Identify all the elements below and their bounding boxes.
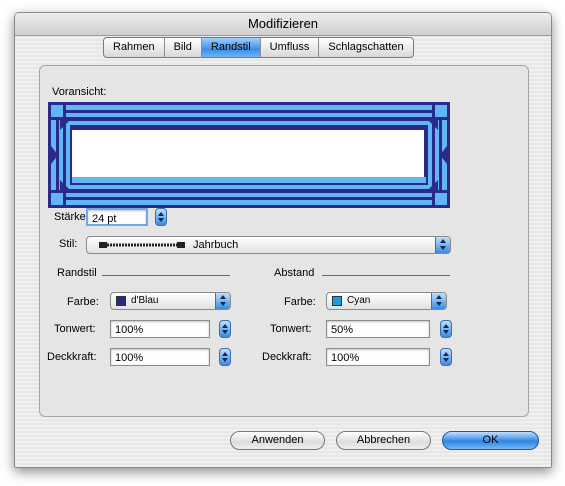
tab-rahmen[interactable]: Rahmen bbox=[104, 38, 165, 57]
tab-bar: Rahmen Bild Randstil Umfluss Schlagschat… bbox=[103, 37, 414, 58]
ok-button[interactable]: OK bbox=[442, 431, 539, 450]
abstand-tonwert-input[interactable]: 50% bbox=[326, 320, 430, 338]
randstil-heading: Randstil bbox=[57, 267, 97, 279]
abstand-deckkraft-input[interactable]: 100% bbox=[326, 348, 430, 366]
randstil-divider bbox=[102, 275, 230, 276]
randstil-farbe-value: d'Blau bbox=[131, 295, 159, 306]
randstil-deckkraft-label: Deckkraft: bbox=[47, 351, 97, 363]
stil-popup-arrow-icon bbox=[435, 237, 450, 253]
abstand-tonwert-label: Tonwert: bbox=[270, 323, 312, 335]
abstand-heading: Abstand bbox=[274, 267, 315, 279]
staerke-label: Stärke: bbox=[54, 211, 89, 223]
staerke-input[interactable]: 24 pt bbox=[86, 208, 148, 226]
randstil-color-swatch bbox=[116, 296, 126, 306]
randstil-farbe-label: Farbe: bbox=[67, 296, 99, 308]
border-preview bbox=[48, 102, 450, 208]
abstand-farbe-value: Cyan bbox=[347, 295, 371, 306]
abstand-deckkraft-label: Deckkraft: bbox=[262, 351, 312, 363]
randstil-deckkraft-input[interactable]: 100% bbox=[110, 348, 210, 366]
tab-randstil[interactable]: Randstil bbox=[201, 38, 261, 57]
tab-umfluss[interactable]: Umfluss bbox=[261, 38, 320, 57]
tab-bild[interactable]: Bild bbox=[165, 38, 202, 57]
stil-value: Jahrbuch bbox=[193, 239, 239, 251]
abstand-farbe-popup[interactable]: Cyan bbox=[326, 292, 447, 310]
abstand-color-swatch bbox=[332, 296, 342, 306]
randstil-tonwert-label: Tonwert: bbox=[54, 323, 96, 335]
staerke-stepper[interactable] bbox=[155, 208, 167, 226]
cancel-button[interactable]: Abbrechen bbox=[336, 431, 431, 450]
abstand-divider bbox=[322, 275, 450, 276]
abstand-farbe-arrow-icon bbox=[431, 293, 446, 309]
abstand-deckkraft-stepper[interactable] bbox=[440, 348, 452, 366]
randstil-tonwert-input[interactable]: 100% bbox=[110, 320, 210, 338]
randstil-farbe-arrow-icon bbox=[215, 293, 230, 309]
randstil-tonwert-stepper[interactable] bbox=[219, 320, 231, 338]
randstil-farbe-popup[interactable]: d'Blau bbox=[110, 292, 231, 310]
abstand-tonwert-stepper[interactable] bbox=[440, 320, 452, 338]
apply-button[interactable]: Anwenden bbox=[230, 431, 325, 450]
preview-label: Voransicht: bbox=[52, 86, 107, 98]
abstand-farbe-label: Farbe: bbox=[284, 296, 316, 308]
randstil-deckkraft-stepper[interactable] bbox=[219, 348, 231, 366]
stil-popup[interactable]: Jahrbuch bbox=[86, 236, 451, 254]
tab-schlagschatten[interactable]: Schlagschatten bbox=[319, 38, 412, 57]
style-sample-icon bbox=[99, 242, 185, 248]
window-title: Modifizieren bbox=[247, 16, 319, 31]
title-bar: Modifizieren bbox=[15, 13, 551, 36]
stil-label: Stil: bbox=[59, 238, 78, 250]
